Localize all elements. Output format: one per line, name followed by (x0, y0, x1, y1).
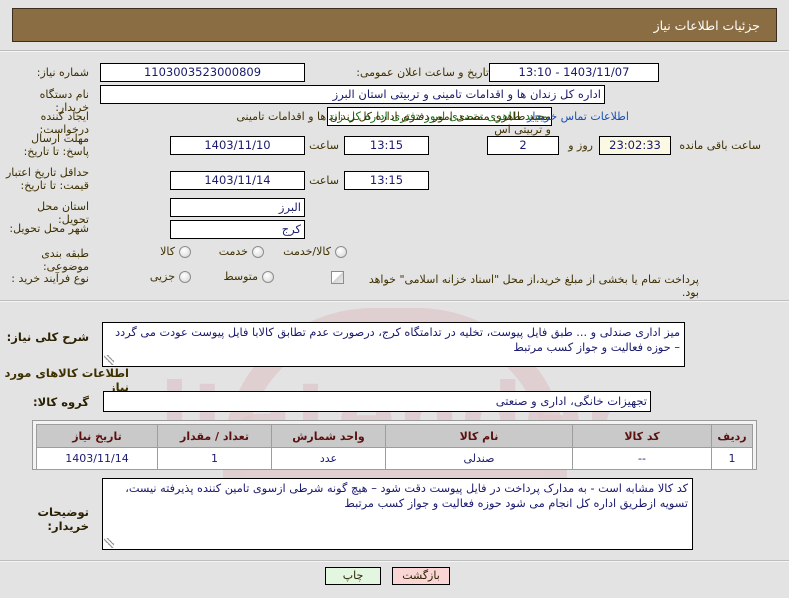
process-radio-jozei[interactable]: جزیی (150, 270, 191, 283)
category-option-label: کالا (160, 245, 175, 258)
category-radio-khedmat[interactable]: خدمت (219, 245, 264, 258)
process-type-label: نوع فرآیند خرید : (11, 272, 89, 285)
process-radio-motavaset[interactable]: متوسط (223, 270, 274, 283)
cell-unit: عدد (271, 447, 386, 470)
deadline-hour-label: ساعت (309, 139, 339, 152)
table-col-goods-code: کد کالا (572, 424, 712, 448)
announce-datetime-label: تاریخ و ساعت اعلان عمومی: (356, 66, 489, 79)
category-radio-kala-khedmat[interactable]: کالا/خدمت (283, 245, 347, 258)
goods-table-container: ردیف کد کالا نام کالا واحد شمارش تعداد /… (32, 420, 757, 470)
table-col-quantity: تعداد / مقدار (157, 424, 272, 448)
remaining-days-value: 2 (487, 136, 559, 155)
buyer-org-value: اداره کل زندان ها و اقدامات تامینی و ترب… (100, 85, 605, 104)
province-value: البرز (170, 198, 305, 217)
category-option-label: کالا/خدمت (283, 245, 331, 258)
need-number-label: شماره نیاز: (36, 66, 89, 79)
creator-value-overflow: مجید طاهری متصدی امور دفتری اداره کل زند… (236, 110, 551, 136)
treasury-bonds-checkbox[interactable] (331, 271, 344, 284)
radio-icon[interactable] (335, 245, 347, 258)
process-option-label: متوسط (223, 270, 258, 283)
print-button[interactable]: چاپ (325, 567, 381, 585)
table-col-need-date: تاریخ نیاز (36, 424, 158, 448)
divider-middle (0, 300, 789, 302)
remaining-time-value: 23:02:33 (599, 136, 671, 155)
remaining-suffix-label: ساعت باقی مانده (679, 139, 761, 152)
category-label: طبقه بندی موضوعی: (41, 247, 89, 273)
buyer-notes-value: کد کالا مشابه است - به مدارک پرداخت در ف… (102, 478, 693, 550)
cell-goods-code: -- (572, 447, 712, 470)
price-validity-time-value: 13:15 (344, 171, 429, 190)
radio-icon[interactable] (252, 245, 264, 258)
divider-top (0, 50, 789, 52)
goods-group-label: گروه کالا: (33, 395, 89, 409)
buyer-contact-link[interactable]: اطلاعات تماس خریدار (527, 110, 629, 123)
city-label: شهر محل تحویل: (9, 222, 89, 235)
radio-icon[interactable] (179, 245, 191, 258)
table-col-goods-name: نام کالا (385, 424, 573, 448)
price-validity-date-value: 1403/11/14 (170, 171, 305, 190)
goods-group-value: تجهیزات خانگی، اداری و صنعتی (103, 391, 651, 412)
radio-icon[interactable] (179, 270, 191, 283)
days-and-label: روز و (568, 139, 593, 152)
buyer-notes-label: توضیحات خریدار: (37, 505, 90, 533)
table-header-row: ردیف کد کالا نام کالا واحد شمارش تعداد /… (36, 424, 753, 448)
cell-need-date: 1403/11/14 (36, 447, 158, 470)
cell-radif: 1 (711, 447, 753, 470)
table-row: 1 -- صندلی عدد 1 1403/11/14 (36, 447, 753, 470)
deadline-time-value: 13:15 (344, 136, 429, 155)
price-validity-hour-label: ساعت (309, 174, 339, 187)
back-button[interactable]: بازگشت (392, 567, 450, 585)
cell-quantity: 1 (157, 447, 272, 470)
deadline-date-value: 1403/11/10 (170, 136, 305, 155)
cell-goods-name: صندلی (385, 447, 573, 470)
need-description-value: میز اداری صندلی و ... طبق فایل پیوست، تخ… (102, 322, 685, 367)
goods-table: ردیف کد کالا نام کالا واحد شمارش تعداد /… (36, 424, 753, 470)
need-description-label: شرح کلی نیاز: (6, 330, 89, 344)
announce-datetime-value: 1403/11/07 - 13:10 (489, 63, 659, 82)
category-radio-kala[interactable]: کالا (160, 245, 191, 258)
table-col-radif: ردیف (711, 424, 753, 448)
process-option-label: جزیی (149, 270, 175, 283)
goods-section-title: اطلاعات کالاهای مورد نیاز (4, 366, 130, 394)
response-deadline-label: مهلت ارسال پاسخ: تا تاریخ: (23, 132, 89, 158)
category-option-label: خدمت (218, 245, 248, 258)
price-validity-label: حداقل تاریخ اعتبار قیمت: تا تاریخ: (5, 166, 89, 192)
treasury-bonds-label: پرداخت تمام یا بخشی از مبلغ خرید،از محل … (368, 273, 699, 299)
page-header: جزئیات اطلاعات نیاز (12, 8, 777, 42)
city-value: کرج (170, 220, 305, 239)
divider-bottom (0, 560, 789, 562)
page-title: جزئیات اطلاعات نیاز (653, 17, 760, 33)
table-col-unit: واحد شمارش (271, 424, 386, 448)
radio-icon[interactable] (262, 270, 274, 283)
need-number-value: 1103003523000809 (100, 63, 305, 82)
